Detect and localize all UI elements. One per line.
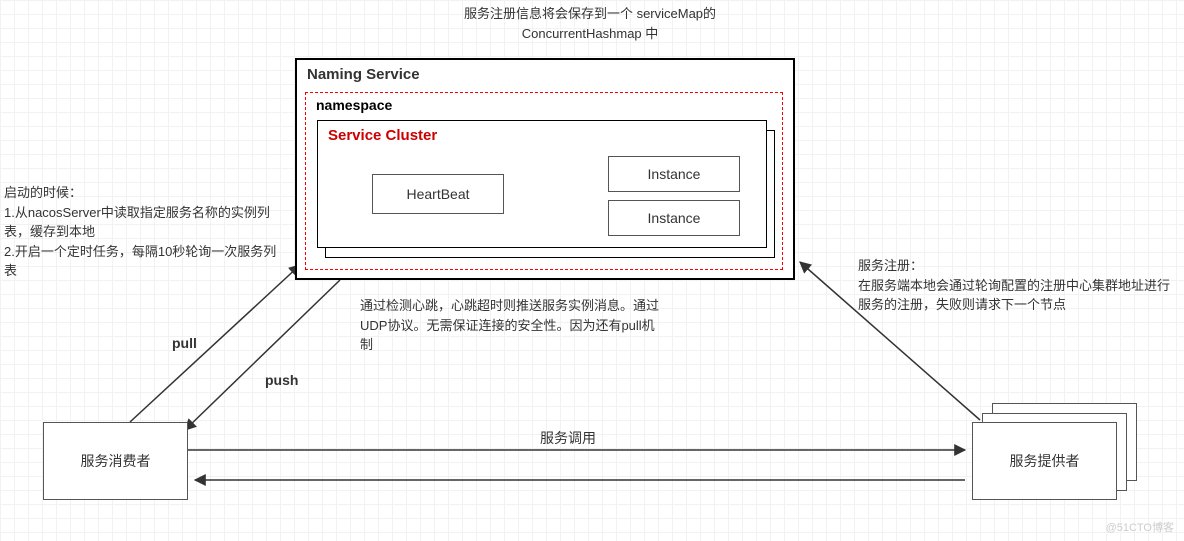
note-mid: 通过检测心跳，心跳超时则推送服务实例消息。通过UDP协议。无需保证连接的安全性。…: [360, 296, 660, 355]
service-consumer-box: 服务消费者: [43, 422, 188, 500]
heartbeat-box: HeartBeat: [372, 174, 504, 214]
service-provider-label: 服务提供者: [973, 451, 1116, 471]
service-cluster-title: Service Cluster: [328, 127, 437, 144]
naming-service-title: Naming Service: [307, 66, 420, 83]
namespace-title: namespace: [316, 97, 392, 113]
service-consumer-label: 服务消费者: [44, 451, 187, 471]
note-right: 服务注册： 在服务端本地会通过轮询配置的注册中心集群地址进行服务的注册，失败则请…: [858, 256, 1178, 315]
service-provider-box: 服务提供者: [972, 422, 1117, 500]
note-top: 服务注册信息将会保存到一个 serviceMap的 ConcurrentHash…: [370, 4, 810, 43]
instance-label-2: Instance: [609, 210, 739, 226]
pull-label: pull: [172, 333, 197, 354]
push-label: push: [265, 370, 298, 391]
heartbeat-label: HeartBeat: [373, 186, 503, 202]
service-call-label: 服务调用: [540, 428, 596, 449]
watermark: @51CTO博客: [1106, 519, 1174, 535]
instance-box-2: Instance: [608, 200, 740, 236]
note-left: 启动的时候： 1.从nacosServer中读取指定服务名称的实例列表，缓存到本…: [4, 183, 284, 281]
instance-box-1: Instance: [608, 156, 740, 192]
instance-label-1: Instance: [609, 166, 739, 182]
